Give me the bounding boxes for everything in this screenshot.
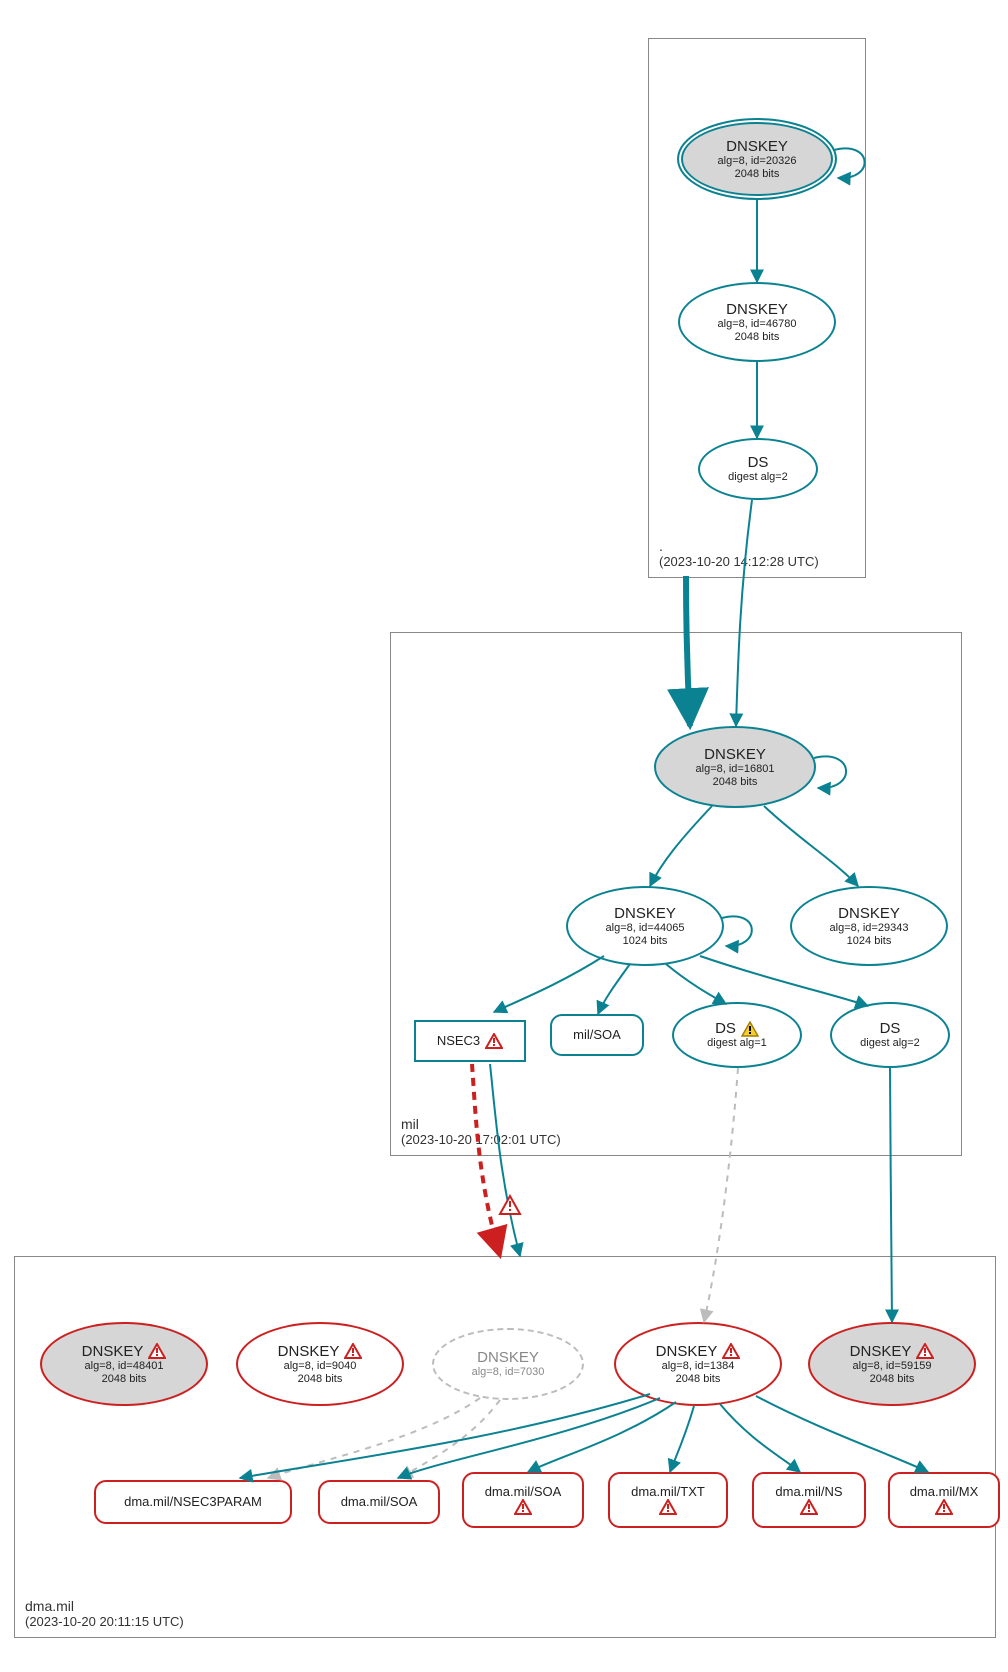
node-sub2: 1024 bits [847, 935, 892, 948]
zone-name: mil [401, 1116, 561, 1132]
error-icon [148, 1343, 166, 1359]
node-dma-nsec3param[interactable]: dma.mil/NSEC3PARAM [94, 1480, 292, 1524]
node-sub2: 2048 bits [735, 168, 780, 181]
node-root-ds[interactable]: DS digest alg=2 [698, 438, 818, 500]
node-title: DNSKEY [614, 905, 676, 922]
zone-root-label: . (2023-10-20 14:12:28 UTC) [659, 538, 819, 569]
node-title: dma.mil/NS [775, 1485, 842, 1500]
node-sub: digest alg=1 [707, 1037, 767, 1050]
error-icon [514, 1499, 532, 1515]
node-dma-k48401[interactable]: DNSKEY alg=8, id=48401 2048 bits [40, 1322, 208, 1406]
node-title: DNSKEY [656, 1343, 718, 1360]
zone-dma-label: dma.mil (2023-10-20 20:11:15 UTC) [25, 1598, 184, 1629]
node-sub: alg=8, id=7030 [472, 1366, 545, 1379]
node-sub2: 2048 bits [298, 1373, 343, 1386]
node-title: DS [748, 454, 769, 471]
node-sub: alg=8, id=48401 [85, 1360, 164, 1373]
zone-timestamp: (2023-10-20 14:12:28 UTC) [659, 554, 819, 569]
node-title: dma.mil/SOA [341, 1495, 418, 1510]
zone-timestamp: (2023-10-20 20:11:15 UTC) [25, 1614, 184, 1629]
error-icon [344, 1343, 362, 1359]
node-dma-soa-a[interactable]: dma.mil/SOA [318, 1480, 440, 1524]
node-mil-zsk2[interactable]: DNSKEY alg=8, id=29343 1024 bits [790, 886, 948, 966]
node-title: mil/SOA [573, 1028, 621, 1043]
node-title: DNSKEY [726, 301, 788, 318]
node-title: dma.mil/TXT [631, 1485, 705, 1500]
node-dma-k9040[interactable]: DNSKEY alg=8, id=9040 2048 bits [236, 1322, 404, 1406]
error-icon [916, 1343, 934, 1359]
node-root-zsk[interactable]: DNSKEY alg=8, id=46780 2048 bits [678, 282, 836, 362]
node-sub2: 2048 bits [713, 776, 758, 789]
warning-icon [741, 1021, 759, 1037]
node-sub: digest alg=2 [728, 471, 788, 484]
node-sub2: 2048 bits [676, 1373, 721, 1386]
node-title: dma.mil/NSEC3PARAM [124, 1495, 262, 1510]
node-title: dma.mil/MX [910, 1485, 979, 1500]
node-title: DNSKEY [704, 746, 766, 763]
node-sub: digest alg=2 [860, 1037, 920, 1050]
node-mil-zsk[interactable]: DNSKEY alg=8, id=44065 1024 bits [566, 886, 724, 966]
node-mil-ds1[interactable]: DS digest alg=1 [672, 1002, 802, 1068]
node-dma-k7030[interactable]: DNSKEY alg=8, id=7030 [432, 1328, 584, 1400]
error-icon [722, 1343, 740, 1359]
node-title: DS [715, 1020, 736, 1037]
diagram-canvas: . (2023-10-20 14:12:28 UTC) mil (2023-10… [0, 0, 1008, 1672]
node-mil-ksk[interactable]: DNSKEY alg=8, id=16801 2048 bits [654, 726, 816, 808]
zone-name: dma.mil [25, 1598, 184, 1614]
node-sub: alg=8, id=9040 [284, 1360, 357, 1373]
node-sub: alg=8, id=1384 [662, 1360, 735, 1373]
error-icon [935, 1499, 953, 1515]
node-root-ksk[interactable]: DNSKEY alg=8, id=20326 2048 bits [677, 118, 837, 200]
node-title: dma.mil/SOA [485, 1485, 562, 1500]
node-sub: alg=8, id=59159 [853, 1360, 932, 1373]
zone-dma: dma.mil (2023-10-20 20:11:15 UTC) [14, 1256, 996, 1638]
node-sub2: 2048 bits [102, 1373, 147, 1386]
node-sub: alg=8, id=16801 [696, 763, 775, 776]
node-title: NSEC3 [437, 1034, 480, 1049]
node-title: DNSKEY [726, 138, 788, 155]
node-dma-soa-b[interactable]: dma.mil/SOA [462, 1472, 584, 1528]
error-icon [800, 1499, 818, 1515]
node-title: DS [880, 1020, 901, 1037]
node-dma-mx[interactable]: dma.mil/MX [888, 1472, 1000, 1528]
node-sub2: 2048 bits [870, 1373, 915, 1386]
error-icon [659, 1499, 677, 1515]
node-mil-soa[interactable]: mil/SOA [550, 1014, 644, 1056]
node-dma-ns[interactable]: dma.mil/NS [752, 1472, 866, 1528]
node-title: DNSKEY [477, 1349, 539, 1366]
node-sub2: 1024 bits [623, 935, 668, 948]
node-title: DNSKEY [850, 1343, 912, 1360]
node-sub2: 2048 bits [735, 331, 780, 344]
node-sub: alg=8, id=46780 [718, 318, 797, 331]
node-title: DNSKEY [278, 1343, 340, 1360]
zone-timestamp: (2023-10-20 17:02:01 UTC) [401, 1132, 561, 1147]
error-icon [485, 1033, 503, 1049]
node-mil-nsec3[interactable]: NSEC3 [414, 1020, 526, 1062]
node-sub: alg=8, id=20326 [718, 155, 797, 168]
node-sub: alg=8, id=44065 [606, 922, 685, 935]
zone-name: . [659, 538, 819, 554]
node-mil-ds2[interactable]: DS digest alg=2 [830, 1002, 950, 1068]
node-dma-txt[interactable]: dma.mil/TXT [608, 1472, 728, 1528]
node-dma-k1384[interactable]: DNSKEY alg=8, id=1384 2048 bits [614, 1322, 782, 1406]
node-title: DNSKEY [838, 905, 900, 922]
node-dma-k59159[interactable]: DNSKEY alg=8, id=59159 2048 bits [808, 1322, 976, 1406]
node-title: DNSKEY [82, 1343, 144, 1360]
zone-mil-label: mil (2023-10-20 17:02:01 UTC) [401, 1116, 561, 1147]
node-sub: alg=8, id=29343 [830, 922, 909, 935]
